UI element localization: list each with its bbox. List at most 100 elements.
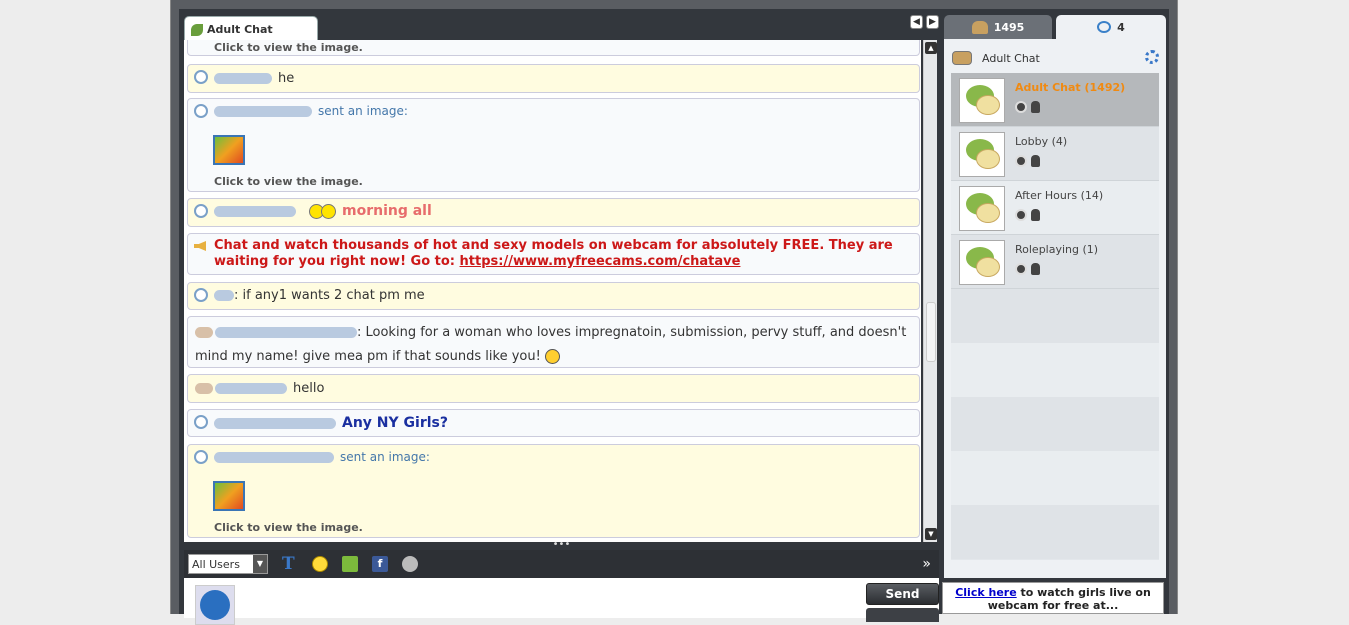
chat-toolbar: All Users ▼ T f » bbox=[184, 550, 939, 578]
message-action: sent an image: bbox=[340, 450, 430, 464]
message-item: sent an image: Click to view the image. bbox=[187, 444, 920, 538]
empty-row bbox=[951, 397, 1159, 451]
secondary-button[interactable] bbox=[866, 608, 939, 622]
user-avatar[interactable] bbox=[195, 327, 213, 338]
room-icon bbox=[959, 186, 1005, 231]
webcam-icon bbox=[1015, 263, 1027, 275]
chat-people-icon bbox=[952, 51, 972, 65]
emoji-icon[interactable] bbox=[312, 556, 328, 572]
speaker-icon bbox=[194, 241, 206, 251]
username[interactable] bbox=[215, 327, 357, 338]
room-name: Lobby (4) bbox=[1015, 135, 1068, 148]
room-item-after-hours[interactable]: After Hours (14) bbox=[951, 181, 1159, 235]
send-button[interactable]: Send bbox=[866, 583, 939, 605]
facebook-icon[interactable]: f bbox=[372, 556, 388, 572]
message-item: morning all bbox=[187, 198, 920, 227]
message-text: Any NY Girls? bbox=[342, 415, 448, 431]
users-count: 1495 bbox=[993, 20, 1025, 34]
message-item: sent an image: Click to view the image. bbox=[187, 98, 920, 192]
chevron-down-icon[interactable]: ▼ bbox=[253, 555, 267, 573]
message-text: : if any1 wants 2 chat pm me bbox=[234, 288, 425, 303]
promo-message: Chat and watch thousands of hot and sexy… bbox=[187, 233, 920, 275]
message-list: Click to view the image. he sent an imag… bbox=[184, 40, 921, 542]
chat-app: Adult Chat ◀ ▶ Click to view the image. … bbox=[170, 0, 1178, 625]
resize-handle[interactable]: ••• bbox=[184, 540, 939, 550]
tab-users[interactable]: 1495 bbox=[944, 15, 1052, 39]
chat-bubble-icon bbox=[194, 415, 208, 429]
message-text: morning all bbox=[342, 203, 432, 219]
username[interactable] bbox=[214, 205, 296, 217]
empty-row bbox=[951, 343, 1159, 397]
chat-bubble-icon bbox=[1097, 21, 1112, 33]
image-caption[interactable]: Click to view the image. bbox=[214, 41, 363, 54]
scroll-down-button[interactable]: ▼ bbox=[925, 528, 937, 540]
message-text: hello bbox=[293, 381, 325, 396]
webcam-icon bbox=[1015, 155, 1027, 167]
microphone-icon bbox=[1031, 263, 1040, 275]
tab-next-button[interactable]: ▶ bbox=[926, 15, 939, 29]
message-item: hello bbox=[187, 374, 920, 403]
scroll-thumb[interactable] bbox=[926, 302, 936, 362]
chat-bubble-icon bbox=[194, 104, 208, 118]
room-item-roleplaying[interactable]: Roleplaying (1) bbox=[951, 235, 1159, 289]
scroll-up-button[interactable]: ▲ bbox=[925, 42, 937, 54]
bird-avatar-icon bbox=[200, 590, 230, 620]
message-item: : if any1 wants 2 chat pm me bbox=[187, 282, 920, 310]
ghost-icon[interactable] bbox=[402, 556, 418, 572]
webcam-icon bbox=[1015, 101, 1027, 113]
microphone-icon bbox=[1031, 155, 1040, 167]
image-thumbnail[interactable] bbox=[213, 481, 245, 511]
message-item: Click to view the image. bbox=[187, 40, 920, 56]
tab-prev-button[interactable]: ◀ bbox=[910, 15, 923, 29]
username[interactable] bbox=[214, 290, 234, 301]
my-avatar[interactable] bbox=[195, 585, 235, 625]
gear-icon[interactable] bbox=[1145, 50, 1159, 64]
message-scrollbar[interactable]: ▲ ▼ bbox=[923, 40, 937, 542]
microphone-icon bbox=[1031, 101, 1040, 113]
message-input-area[interactable]: Send bbox=[184, 578, 939, 625]
username[interactable] bbox=[214, 73, 272, 84]
message-action: sent an image: bbox=[318, 104, 408, 118]
username[interactable] bbox=[215, 383, 287, 394]
chat-bubble-icon bbox=[194, 70, 208, 84]
message-text: he bbox=[278, 71, 295, 86]
message-item: Any NY Girls? bbox=[187, 409, 920, 437]
room-panel-title: Adult Chat bbox=[982, 51, 1040, 65]
room-item-lobby[interactable]: Lobby (4) bbox=[951, 127, 1159, 181]
message-item: he bbox=[187, 64, 920, 93]
tab-adult-chat[interactable]: Adult Chat bbox=[184, 16, 318, 42]
username[interactable] bbox=[214, 417, 336, 429]
recipient-select[interactable]: All Users ▼ bbox=[188, 554, 268, 574]
room-name: Adult Chat (1492) bbox=[1015, 81, 1126, 94]
promo-banner-link[interactable]: Click here bbox=[955, 586, 1016, 599]
webcam-icon bbox=[1015, 209, 1027, 221]
microphone-icon bbox=[1031, 209, 1040, 221]
message-item: : Looking for a woman who loves impregna… bbox=[187, 316, 920, 368]
chat-bubble-icon bbox=[194, 288, 208, 302]
room-leaf-icon bbox=[191, 23, 203, 36]
share-image-icon[interactable] bbox=[342, 556, 358, 572]
user-avatar[interactable] bbox=[195, 383, 213, 394]
chat-frame: Adult Chat ◀ ▶ Click to view the image. … bbox=[179, 9, 1169, 625]
tab-navigation: ◀ ▶ bbox=[910, 15, 939, 29]
empty-row bbox=[951, 505, 1159, 559]
tab-rooms[interactable]: 4 bbox=[1056, 15, 1166, 39]
room-icon bbox=[959, 240, 1005, 285]
empty-row bbox=[951, 289, 1159, 343]
room-name: After Hours (14) bbox=[1015, 189, 1104, 202]
room-icon bbox=[959, 78, 1005, 123]
font-style-icon[interactable]: T bbox=[282, 556, 298, 573]
chat-bubble-icon bbox=[194, 204, 208, 218]
promo-link[interactable]: https://www.myfreecams.com/chatave bbox=[460, 254, 741, 269]
image-caption[interactable]: Click to view the image. bbox=[214, 521, 363, 534]
grin-emoji-icon bbox=[544, 349, 560, 364]
expand-icon[interactable]: » bbox=[922, 556, 931, 572]
promo-banner[interactable]: Click here to watch girls live on webcam… bbox=[942, 582, 1164, 614]
rooms-count: 4 bbox=[1117, 20, 1125, 34]
image-thumbnail[interactable] bbox=[213, 135, 245, 165]
users-icon bbox=[971, 20, 988, 34]
room-item-adult-chat[interactable]: Adult Chat (1492) bbox=[951, 73, 1159, 127]
username[interactable] bbox=[214, 105, 312, 117]
username[interactable] bbox=[214, 451, 334, 463]
image-caption[interactable]: Click to view the image. bbox=[214, 175, 363, 188]
